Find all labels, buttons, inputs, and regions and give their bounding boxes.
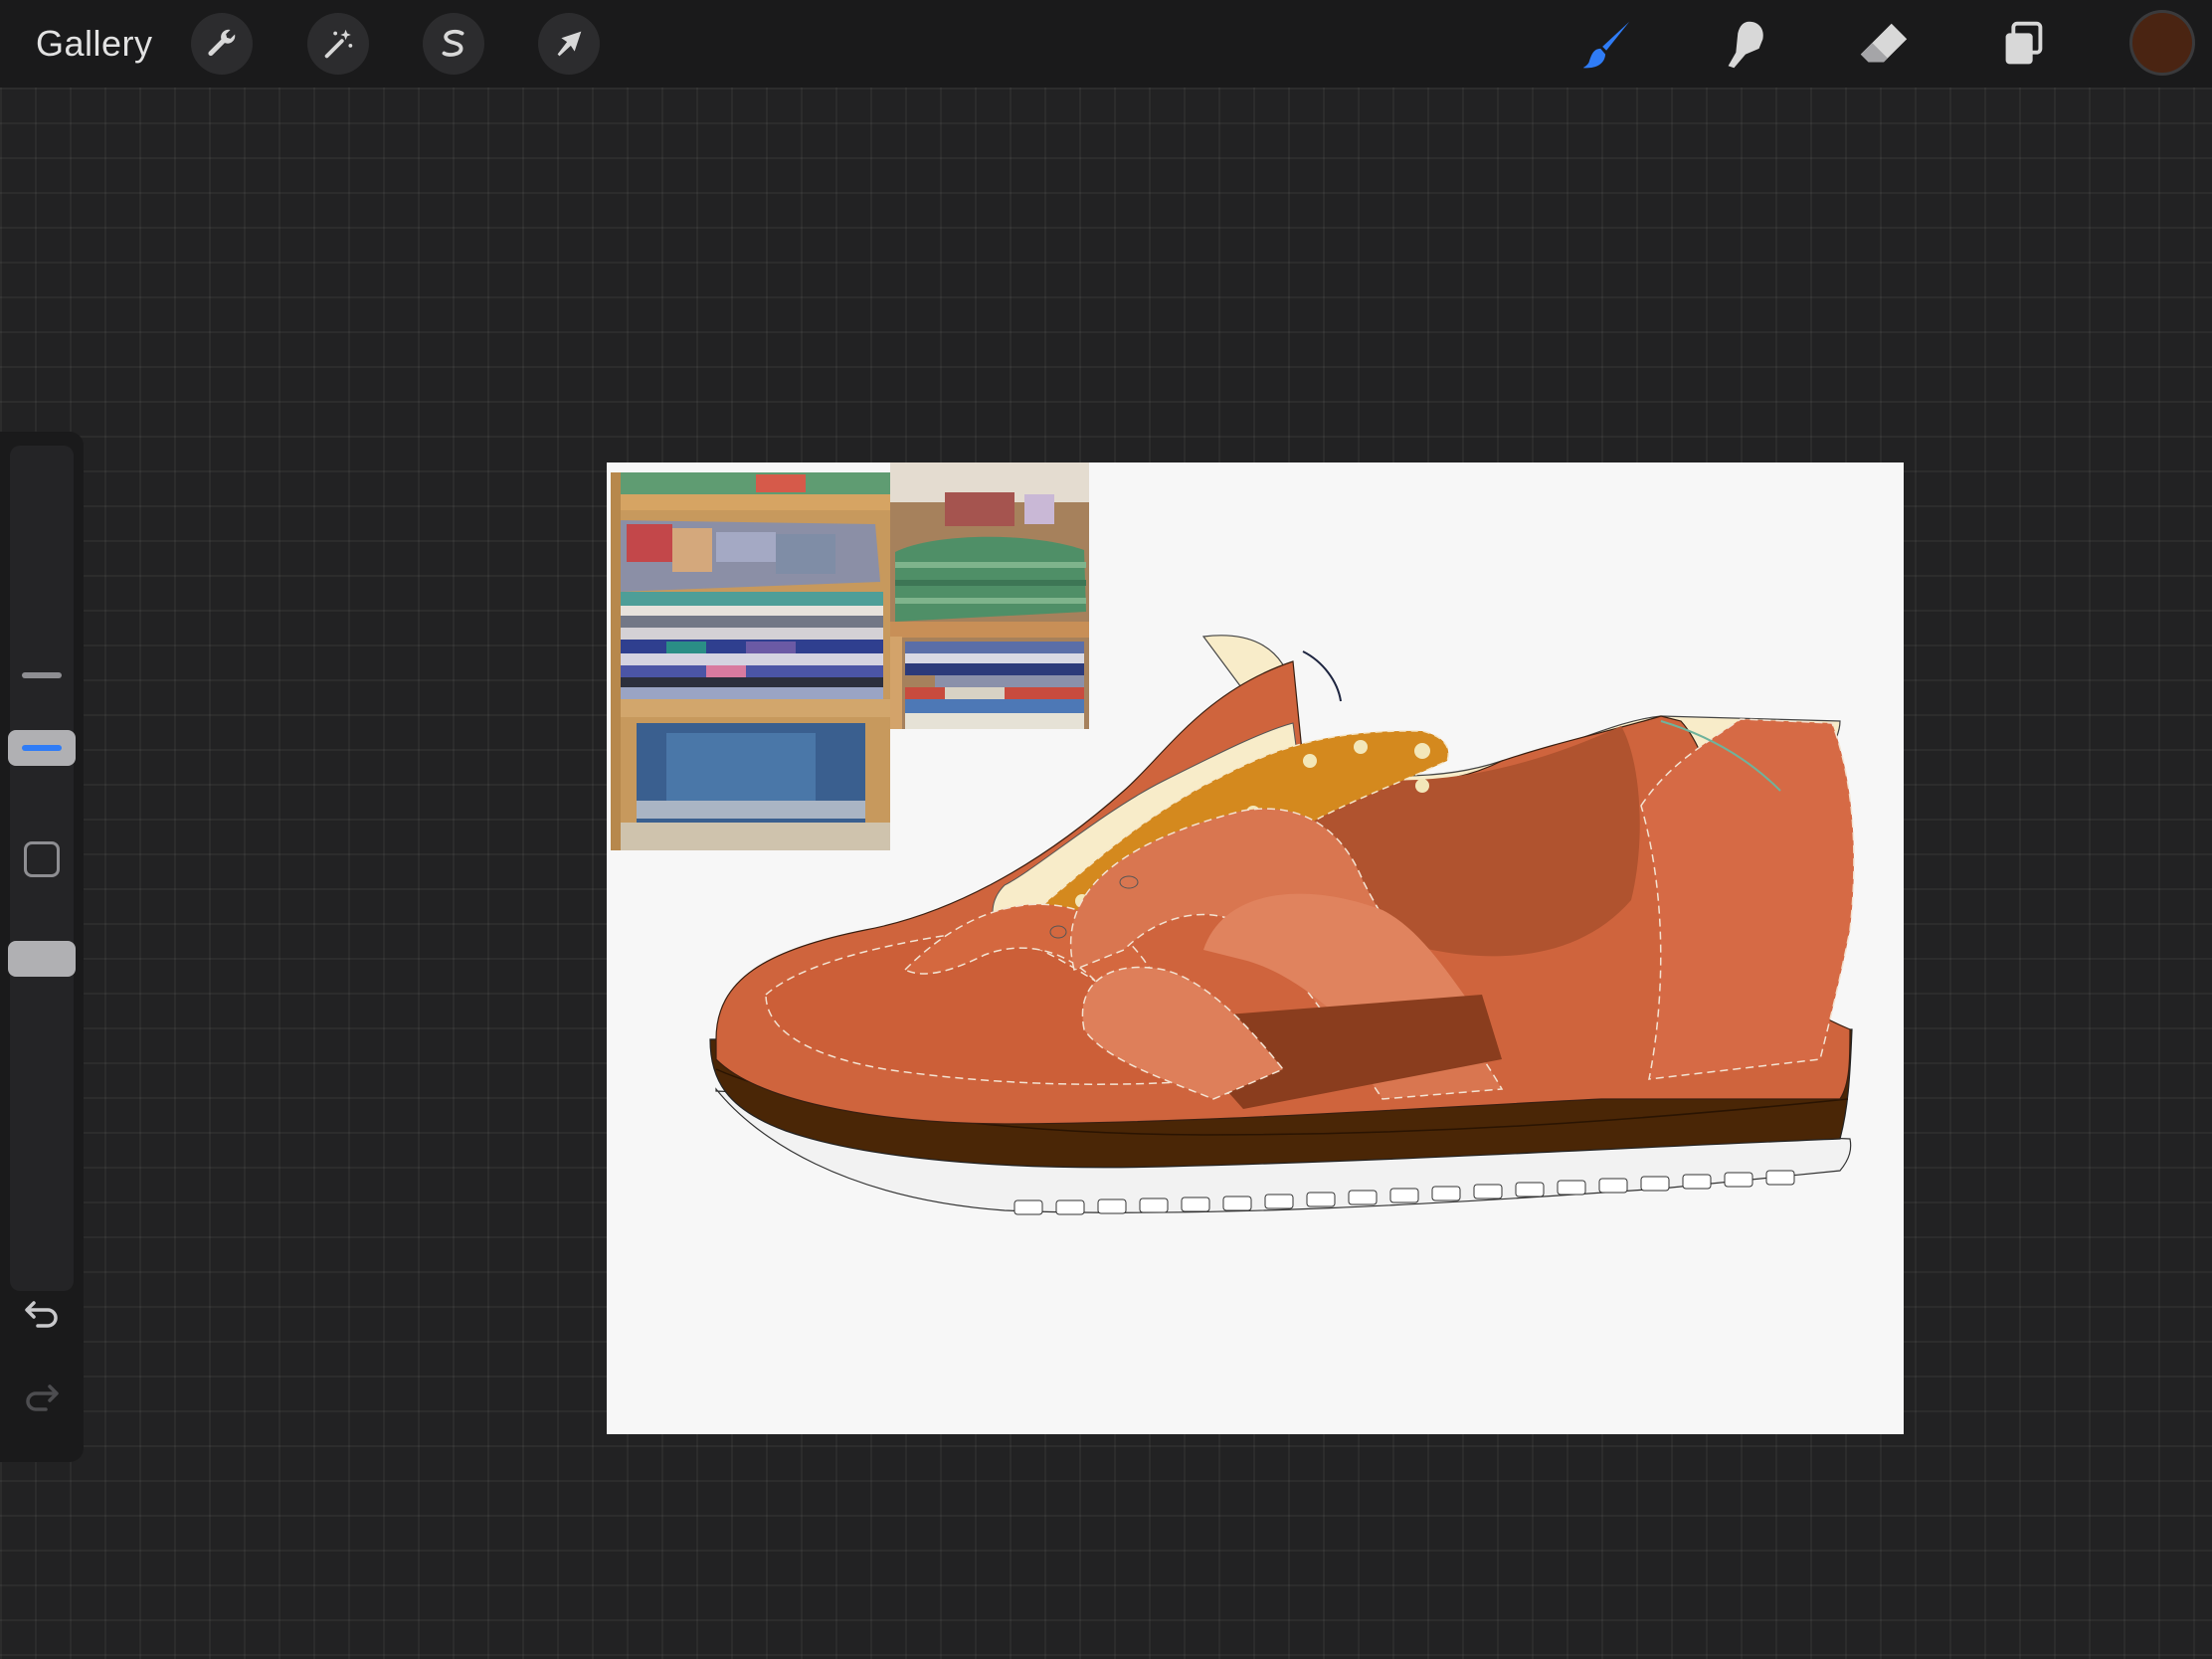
left-sidebar [0,432,84,1462]
size-slider-icon [22,672,62,678]
undo-button[interactable] [16,1287,68,1339]
layers-icon [2005,21,2043,65]
selection-s-icon [442,29,464,57]
redo-button[interactable] [16,1371,68,1422]
wrench-icon [208,29,236,57]
magic-wand-icon [324,29,353,59]
brush-icon [1582,21,1630,69]
reference-photo-blankets [611,472,890,850]
gallery-button[interactable]: Gallery [36,18,153,70]
artwork [611,462,1855,1215]
modify-button[interactable] [24,841,60,877]
smudge-finger-icon [1728,21,1763,69]
size-indicator [22,745,62,751]
actions-button[interactable] [191,13,253,75]
brush-tool-button[interactable] [1577,14,1639,76]
brush-size-thumb[interactable] [8,730,76,766]
redo-arrow-icon [26,1384,59,1411]
drawing-canvas[interactable] [607,462,1904,1434]
undo-arrow-icon [25,1301,58,1328]
smudge-tool-button[interactable] [1715,14,1776,76]
procreate-app: Gallery [0,0,2212,1659]
transform-button[interactable] [538,13,600,75]
layers-button[interactable] [1992,14,2054,76]
top-toolbar: Gallery [0,0,2212,88]
arrow-cursor-icon [557,31,582,57]
reference-photo-table [890,462,1089,729]
color-swatch[interactable] [2132,13,2192,73]
eraser-tool-button[interactable] [1853,14,1915,76]
selection-button[interactable] [423,13,484,75]
eraser-icon [1860,23,1908,63]
brush-opacity-thumb[interactable] [8,941,76,977]
adjustments-button[interactable] [307,13,369,75]
